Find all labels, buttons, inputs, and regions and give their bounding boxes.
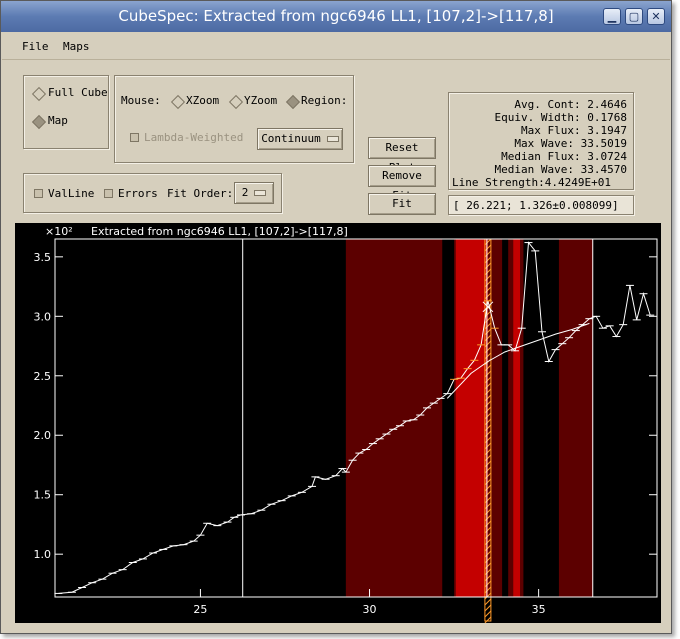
y-tick-label: 3.0 [34, 310, 52, 323]
mouse-label: Mouse: [121, 94, 161, 107]
fit-order-dropdown[interactable]: 2 [234, 182, 274, 204]
map-radio[interactable] [31, 114, 47, 130]
hatch-stroke [484, 598, 492, 606]
stat-median-flux: Median Flux: 3.0724 [501, 150, 627, 163]
yzoom-radio[interactable] [228, 94, 244, 110]
stat-equiv-width: Equiv. Width: 0.1768 [494, 111, 627, 124]
minimize-icon[interactable]: ▁ [603, 8, 621, 25]
y-tick-label: 1.5 [34, 489, 52, 502]
close-icon[interactable]: ✕ [647, 8, 665, 25]
fit-button[interactable]: Fit [368, 193, 436, 215]
continuum-dropdown-label: Continuum [261, 132, 321, 145]
lambda-weighted-checkbox[interactable] [130, 133, 139, 142]
hatch-stroke [484, 616, 492, 624]
y-tick-label: 2.5 [34, 370, 52, 383]
stats-panel: Avg. Cont: 2.4646 Equiv. Width: 0.1768 M… [448, 92, 634, 190]
chart-title: Extracted from ngc6946 LL1, [107,2]->[11… [91, 225, 348, 238]
full-cube-label: Full Cube [48, 86, 108, 99]
region-label: Region: [301, 94, 348, 107]
cursor-readout-text: [ 26.221; 1.326±0.008099] [453, 199, 619, 212]
hatch-stroke [484, 610, 492, 618]
spectrum-plot[interactable]: 1.0 1.5 2.0 2.5 3.0 3.5 25 30 35 ×10² Extracted fr… [15, 223, 661, 624]
app-window: CubeSpec: Extracted from ngc6946 LL1, [1… [0, 0, 672, 634]
menu-bar: File Maps [2, 33, 670, 60]
options-frame: ValLine Errors Fit Order: 2 [23, 173, 282, 213]
hatch-stroke [484, 604, 492, 612]
remove-fit-button[interactable]: Remove Fit [368, 165, 436, 202]
stat-max-flux: Max Flux: 3.1947 [521, 124, 627, 137]
dropdown-arrow-icon [254, 190, 267, 196]
region-dark-3 [558, 239, 593, 597]
lambda-weighted-label: Lambda-Weighted [144, 131, 244, 144]
title-bar[interactable]: CubeSpec: Extracted from ngc6946 LL1, [1… [1, 1, 671, 32]
region-dark-0 [345, 239, 443, 597]
maximize-icon[interactable]: ▢ [625, 8, 643, 25]
reset-plot-button[interactable]: Reset Plot [368, 137, 436, 174]
stat-line-strength: Line Strength:4.4249E+01 [452, 176, 611, 189]
fit-order-label: Fit Order: [167, 187, 234, 200]
spectrum-chart[interactable]: 1.0 1.5 2.0 2.5 3.0 3.5 25 30 35 ×10² Extracted fr… [15, 223, 661, 624]
mouse-frame: Mouse: XZoom YZoom Region: Lambda-Weight… [114, 75, 354, 163]
mode-frame: Full Cube Map [23, 75, 109, 149]
y-multiplier-label: ×10² [45, 225, 73, 238]
xzoom-label: XZoom [186, 94, 220, 107]
continuum-dropdown[interactable]: Continuum [257, 128, 343, 150]
stat-max-wave: Max Wave: 33.5019 [514, 137, 627, 150]
map-label: Map [48, 114, 68, 127]
yzoom-label: YZoom [244, 94, 278, 107]
x-tick-label: 35 [532, 603, 546, 616]
y-tick-label: 1.0 [34, 548, 52, 561]
fit-order-value: 2 [241, 186, 249, 199]
errors-checkbox[interactable] [104, 189, 113, 198]
dropdown-arrow-icon [326, 136, 339, 142]
window-title: CubeSpec: Extracted from ngc6946 LL1, [1… [118, 7, 554, 25]
full-cube-radio[interactable] [31, 86, 47, 102]
menu-file[interactable]: File [22, 40, 49, 53]
valline-label: ValLine [48, 187, 95, 200]
x-tick-label: 25 [193, 603, 207, 616]
menu-maps[interactable]: Maps [63, 40, 90, 53]
valline-checkbox[interactable] [34, 189, 43, 198]
stat-avg-cont: Avg. Cont: 2.4646 [514, 98, 627, 111]
x-tick-label: 30 [363, 603, 377, 616]
stat-median-wave: Median Wave: 33.4570 [494, 163, 627, 176]
cursor-readout: [ 26.221; 1.326±0.008099] [448, 195, 634, 215]
y-tick-label: 3.5 [34, 251, 52, 264]
region-radio[interactable] [285, 94, 301, 110]
errors-label: Errors [118, 187, 158, 200]
xzoom-radio[interactable] [170, 94, 186, 110]
region-bright-1 [513, 239, 521, 597]
region-bright-0 [455, 239, 488, 597]
y-tick-label: 2.0 [34, 429, 52, 442]
